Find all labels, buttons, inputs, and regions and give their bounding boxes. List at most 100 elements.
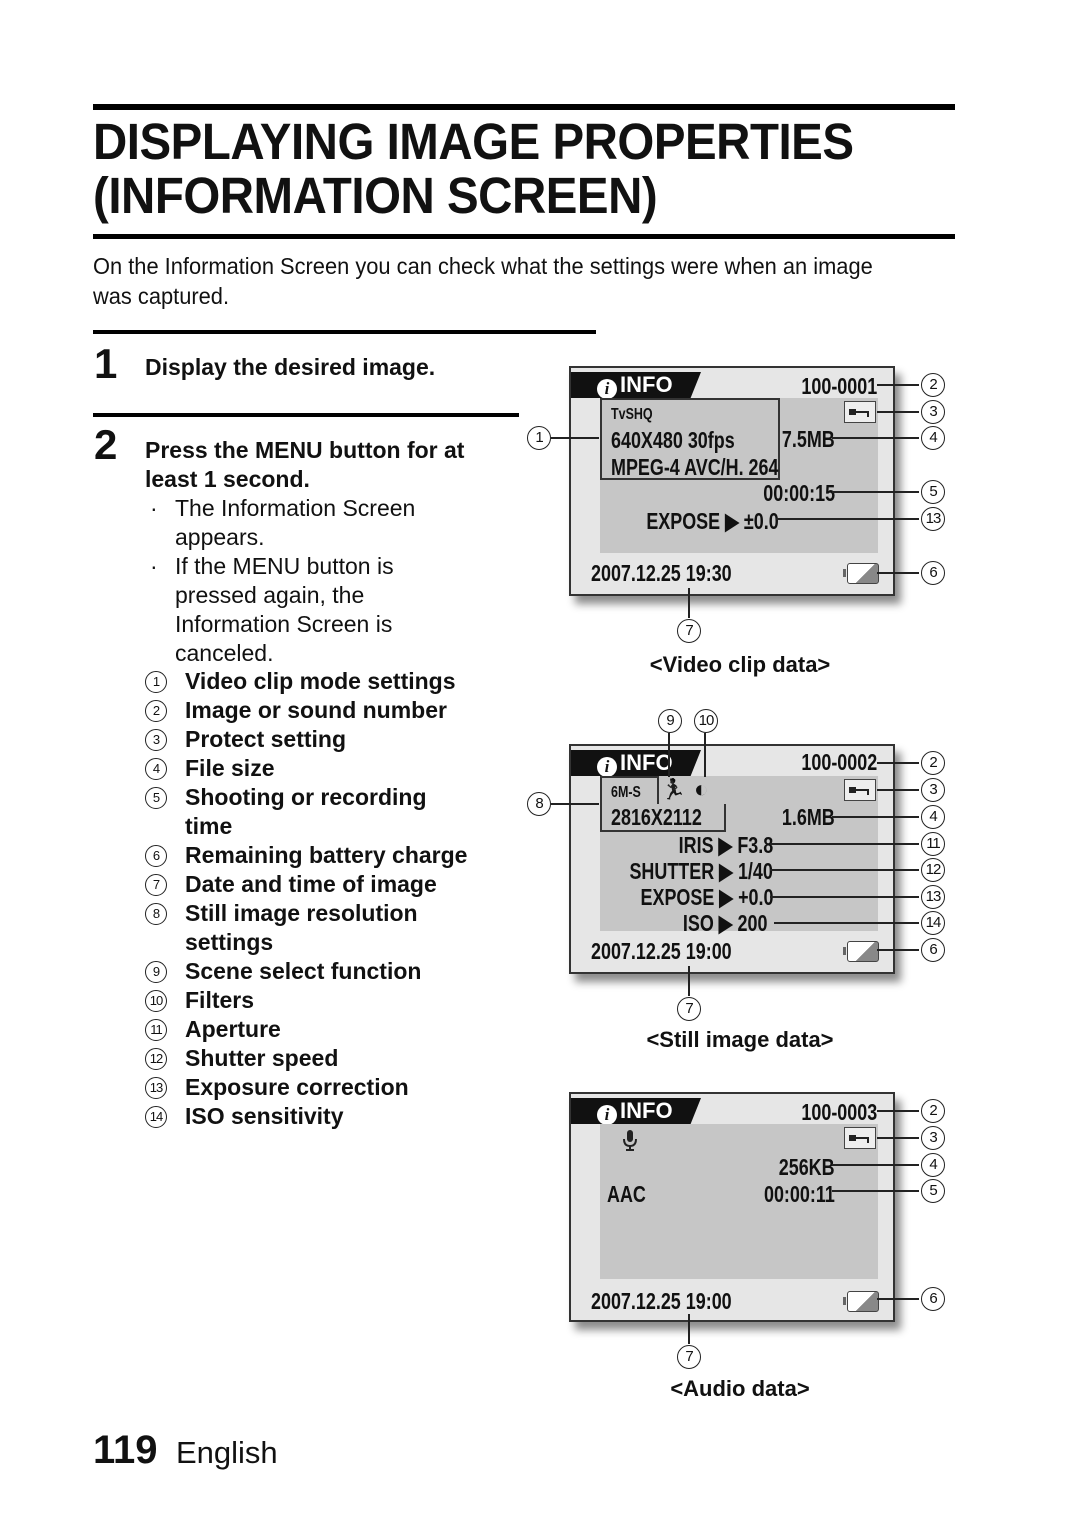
recording-duration: 00:00:15 (763, 480, 835, 506)
legend-label: Image or sound number (185, 697, 447, 723)
leader-line (877, 411, 919, 413)
callout-10: 10 (694, 709, 718, 733)
callout-13: 13 (921, 507, 945, 531)
bullet-line: pressed again, the (175, 582, 365, 608)
recording-duration: 00:00:11 (764, 1181, 835, 1207)
page-title-line-1: DISPLAYING IMAGE PROPERTIES (93, 113, 854, 170)
bullet-line: appears. (175, 524, 265, 550)
info-tab-label: INFO (620, 1098, 673, 1123)
leader-line (770, 869, 919, 871)
info-tab-label: INFO (620, 750, 673, 775)
number-circle: 11 (145, 1019, 167, 1041)
leader-line (551, 803, 599, 805)
callout-14: 14 (921, 911, 945, 935)
arrow-right-icon: ▶ (718, 884, 733, 910)
page-title-line-2: (INFORMATION SCREEN) (93, 167, 658, 224)
datetime: 2007.12.25 19:30 (591, 560, 732, 586)
file-number: 100-0001 (801, 373, 877, 399)
callout-9: 9 (658, 709, 682, 733)
datetime: 2007.12.25 19:00 (591, 938, 732, 964)
leader-line (877, 949, 919, 951)
legend-item: 14 ISO sensitivity (145, 1102, 525, 1131)
protect-key-icon (844, 1127, 876, 1149)
leader-line (770, 896, 919, 898)
legend-label: Remaining battery charge (185, 842, 468, 868)
step-1-number: 1 (94, 340, 118, 387)
callout-4: 4 (921, 426, 945, 450)
leader-line (832, 437, 919, 439)
expose-value: +0.0 (737, 884, 773, 910)
leader-line (704, 733, 706, 777)
bullet-line: If the MENU button is (175, 553, 394, 579)
shutter-readout: SHUTTER ▶ 1/40 (630, 858, 773, 884)
callout-7: 7 (677, 997, 701, 1021)
still-resolution: 2816X2112 (611, 804, 702, 830)
microphone-icon (623, 1130, 637, 1157)
bullet-line: Information Screen is (175, 611, 393, 637)
leader-line (551, 437, 599, 439)
expose-label: EXPOSE (640, 884, 714, 910)
legend-label: Aperture (185, 1016, 281, 1042)
step-2-rule (93, 413, 519, 417)
legend-item: 13 Exposure correction (145, 1073, 525, 1102)
info-tab: i INFO (571, 372, 701, 398)
still-mode-icon: 6M-S (611, 784, 641, 801)
callout-6: 6 (921, 561, 945, 585)
callout-6: 6 (921, 938, 945, 962)
arrow-right-icon: ▶ (718, 832, 733, 858)
leader-line (776, 518, 919, 520)
callout-4: 4 (921, 1153, 945, 1177)
callout-2: 2 (921, 373, 945, 397)
step-2-bullet-1: · The Information Screen appears. (150, 494, 535, 552)
title-top-rule (93, 104, 955, 110)
number-circle: 12 (145, 1048, 167, 1070)
callout-7: 7 (677, 1345, 701, 1369)
info-icon: i (597, 379, 617, 398)
expose-readout: EXPOSE ▶ ±0.0 (647, 508, 779, 534)
legend-item: 9 Scene select function (145, 957, 525, 986)
legend-item: 2 Image or sound number (145, 696, 525, 725)
video-mode-icon: TvSHQ (611, 406, 653, 423)
arrow-right-icon: ▶ (718, 910, 733, 936)
number-circle: 14 (145, 1106, 167, 1128)
callout-3: 3 (921, 400, 945, 424)
video-info-screen: i INFO 100-0001 TvSHQ 640X480 30fps MPEG-… (569, 366, 895, 596)
callout-7: 7 (677, 619, 701, 643)
legend-label: File size (185, 755, 275, 781)
bullet-line: The Information Screen (175, 495, 416, 521)
iris-label: IRIS (678, 832, 714, 858)
legend-item: 12 Shutter speed (145, 1044, 525, 1073)
expose-label: EXPOSE (646, 508, 721, 534)
leader-line (832, 1164, 919, 1166)
video-clip-caption: <Video clip data> (649, 652, 831, 677)
audio-codec: AAC (607, 1181, 646, 1207)
iris-readout: IRIS ▶ F3.8 (678, 832, 773, 858)
scene-runner-icon: 🏃 (661, 779, 686, 801)
legend-item: 6 Remaining battery charge (145, 841, 525, 870)
step-2-text: Press the MENU button for at least 1 sec… (145, 436, 515, 494)
page-number: 119 (93, 1428, 158, 1472)
callout-12: 12 (921, 858, 945, 882)
datetime: 2007.12.25 19:00 (591, 1288, 732, 1314)
legend-item: 1 Video clip mode settings (145, 667, 525, 696)
protect-key-icon (844, 779, 876, 801)
number-circle: 1 (145, 671, 167, 693)
step-2-text-line-1: Press the MENU button for at (145, 437, 465, 463)
legend-label: Exposure correction (185, 1074, 409, 1100)
legend-item: 7 Date and time of image (145, 870, 525, 899)
legend-item: 11 Aperture (145, 1015, 525, 1044)
file-number: 100-0002 (801, 749, 877, 775)
legend-label: ISO sensitivity (185, 1103, 344, 1129)
callout-legend: 1 Video clip mode settings 2 Image or soun… (145, 667, 525, 1131)
step-2-number: 2 (94, 421, 118, 468)
number-circle: 2 (145, 700, 167, 722)
step-2-text-line-2: least 1 second. (145, 466, 310, 492)
legend-label: Filters (185, 987, 255, 1013)
legend-label-cont: settings (185, 929, 274, 955)
iso-value: 200 (737, 910, 767, 936)
bullet-line: canceled. (175, 640, 274, 666)
callout-5: 5 (921, 1179, 945, 1203)
number-circle: 5 (145, 787, 167, 809)
legend-label: Video clip mode settings (185, 668, 456, 694)
callout-3: 3 (921, 778, 945, 802)
